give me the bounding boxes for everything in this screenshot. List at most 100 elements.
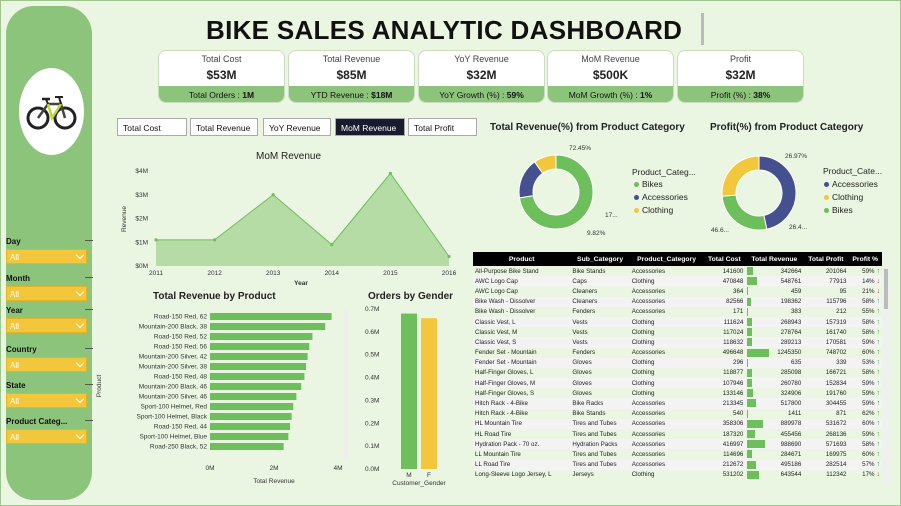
table-row[interactable]: Hydration Pack - 70 oz. Hydration Packs Ac… xyxy=(473,439,882,450)
product-bar[interactable] xyxy=(210,363,306,370)
table-row[interactable]: Fender Set - Mountain Fenders Accessories 4… xyxy=(473,348,882,358)
column-header[interactable]: Sub_Category xyxy=(570,252,630,266)
table-cell: Bike Stands xyxy=(572,267,606,275)
table-row[interactable]: Classic Vest, L Vests Clothing 111624 268943… xyxy=(473,316,882,328)
table-cell: 212 xyxy=(836,308,847,316)
slicer-dropdown[interactable]: All xyxy=(6,393,87,408)
product-bar[interactable] xyxy=(210,443,284,450)
table-row[interactable]: Bike Wash - Dissolver Cleaners Accessories… xyxy=(473,296,882,307)
category-label: Mountain-200 Silver, 46 xyxy=(139,394,208,401)
legend-item[interactable]: Bikes xyxy=(634,179,663,189)
table-cell: 268136 xyxy=(825,430,847,438)
clear-filter-icon[interactable] xyxy=(85,277,93,283)
slicer-label: Year xyxy=(6,306,23,315)
table-scroll-thumb[interactable] xyxy=(884,269,888,309)
profit-pct-cell: 59% ↑ xyxy=(848,266,882,276)
profit-pct-cell: 58% ↑ xyxy=(848,327,882,337)
column-header[interactable]: Product xyxy=(473,252,571,266)
cell-value: 58% xyxy=(862,298,875,306)
product-bar[interactable] xyxy=(210,333,313,340)
kpi-footer-label: YTD Revenue : xyxy=(310,90,372,100)
legend-item[interactable]: Bikes xyxy=(824,205,853,215)
product-bar[interactable] xyxy=(210,353,308,360)
table-cell: 191760 xyxy=(825,389,847,397)
data-point[interactable] xyxy=(271,193,275,197)
legend-marker xyxy=(824,208,829,214)
column-header[interactable]: Total Profit xyxy=(803,252,849,266)
table-row[interactable]: AWC Logo Cap Cleaners Accessories 364 459 95 2… xyxy=(473,286,882,296)
table-row[interactable]: Bike Wash - Dissolver Fenders Accessories 1… xyxy=(473,307,882,317)
tab-yoy-revenue[interactable]: YoY Revenue xyxy=(263,118,331,136)
table-cell: Clothing xyxy=(631,328,655,336)
table-cell: Accessories xyxy=(631,287,666,295)
arrow-up-icon: ↑ xyxy=(874,267,880,275)
table-row[interactable]: Hitch Rack - 4-Bike Bike Stands Accessorie… xyxy=(473,409,882,419)
slicer-dropdown[interactable]: All xyxy=(6,357,87,372)
product-bar[interactable] xyxy=(210,393,297,400)
table-cell: Gloves xyxy=(570,378,630,389)
table-row[interactable]: Fender Set - Mountain Gloves Clothing 296 63… xyxy=(473,357,882,368)
product-bar[interactable] xyxy=(210,433,289,440)
tab-total-profit[interactable]: Total Profit xyxy=(408,118,477,136)
gender-bar[interactable] xyxy=(421,318,437,469)
table-row[interactable]: LL Road Tire Tires and Tubes Accessories 21… xyxy=(473,459,882,470)
data-point[interactable] xyxy=(330,243,334,247)
tab-total-cost[interactable]: Total Cost xyxy=(117,118,187,136)
product-bar[interactable] xyxy=(210,423,290,430)
donut-slice[interactable] xyxy=(721,194,768,231)
slicer-dropdown[interactable]: All xyxy=(6,286,87,301)
table-row[interactable]: LL Mountain Tire Tires and Tubes Accessori… xyxy=(473,449,882,459)
column-header[interactable]: Total Revenue xyxy=(745,252,804,266)
table-row[interactable]: Classic Vest, M Vests Clothing 117024 278764… xyxy=(473,327,882,337)
slicer-dropdown[interactable]: All xyxy=(6,429,87,444)
table-row[interactable]: Half-Finger Gloves, L Gloves Clothing 11887… xyxy=(473,368,882,378)
product-bar[interactable] xyxy=(210,313,332,320)
slicer-dropdown[interactable]: All xyxy=(6,249,87,264)
product-bar[interactable] xyxy=(210,323,326,330)
table-cell: Tires and Tubes xyxy=(572,450,617,458)
product-bar[interactable] xyxy=(210,383,302,390)
product-bar[interactable] xyxy=(210,373,305,380)
legend-item[interactable]: Clothing xyxy=(634,205,673,215)
tab-mom-revenue[interactable]: MoM Revenue xyxy=(335,118,405,136)
table-row[interactable]: Long-Sleeve Logo Jersey, L Jerseys Clothin… xyxy=(473,470,882,480)
table-cell: Hydration Packs xyxy=(570,439,630,450)
column-header[interactable]: Product_Category xyxy=(629,252,704,266)
arrow-up-icon: ↑ xyxy=(874,450,880,458)
slicer-dropdown[interactable]: All xyxy=(6,318,87,333)
table-row[interactable]: HL Mountain Tire Tires and Tubes Accessori… xyxy=(473,418,882,429)
cell-value: 289213 xyxy=(780,338,802,346)
table-row[interactable]: AWC Logo Cap Caps Clothing 470848 548761 7791… xyxy=(473,276,882,287)
kpi-card-mom-revenue: MoM Revenue $500K MoM Growth (%) : 1% xyxy=(547,50,674,103)
product-bar[interactable] xyxy=(210,343,310,350)
data-point[interactable] xyxy=(447,254,451,259)
product-bar[interactable] xyxy=(210,403,294,410)
donut-slice[interactable] xyxy=(721,155,760,197)
kpi-footer-label: Total Orders : xyxy=(188,90,243,100)
table-row[interactable]: Half-Finger Gloves, S Gloves Clothing 13314… xyxy=(473,388,882,398)
table-cell: 470848 xyxy=(703,276,746,287)
kpi-value: $53M xyxy=(206,68,237,82)
legend-item[interactable]: Clothing xyxy=(824,192,863,202)
slicer-month: Month All xyxy=(6,272,96,302)
clear-filter-icon[interactable] xyxy=(85,240,93,246)
y-tick-label: $4M xyxy=(135,168,148,175)
table-cell: 212672 xyxy=(703,459,746,470)
revenue-legend-title: Product_Categ... xyxy=(632,167,696,177)
legend-item[interactable]: Accessories xyxy=(824,179,878,189)
data-point[interactable] xyxy=(388,171,392,175)
table-row[interactable]: Classic Vest, S Vests Clothing 118632 289213… xyxy=(473,337,882,348)
table-row[interactable]: HL Road Tire Tires and Tubes Accessories 18… xyxy=(473,429,882,439)
column-header[interactable]: Total Cost xyxy=(703,252,746,266)
table-row[interactable]: All-Purpose Bike Stand Bike Stands Accesso… xyxy=(473,266,882,276)
data-point[interactable] xyxy=(154,238,158,242)
product-bar[interactable] xyxy=(210,413,292,420)
gender-bar[interactable] xyxy=(401,313,417,469)
column-header[interactable]: Profit % xyxy=(848,252,882,266)
tab-total-revenue[interactable]: Total Revenue xyxy=(190,118,258,136)
chart-scrollbar[interactable] xyxy=(344,309,348,459)
table-row[interactable]: Half-Finger Gloves, M Gloves Clothing 10794… xyxy=(473,378,882,389)
legend-item[interactable]: Accessories xyxy=(634,192,688,202)
data-point[interactable] xyxy=(213,238,217,242)
table-row[interactable]: Hitch Rack - 4-Bike Bike Racks Accessories… xyxy=(473,398,882,409)
